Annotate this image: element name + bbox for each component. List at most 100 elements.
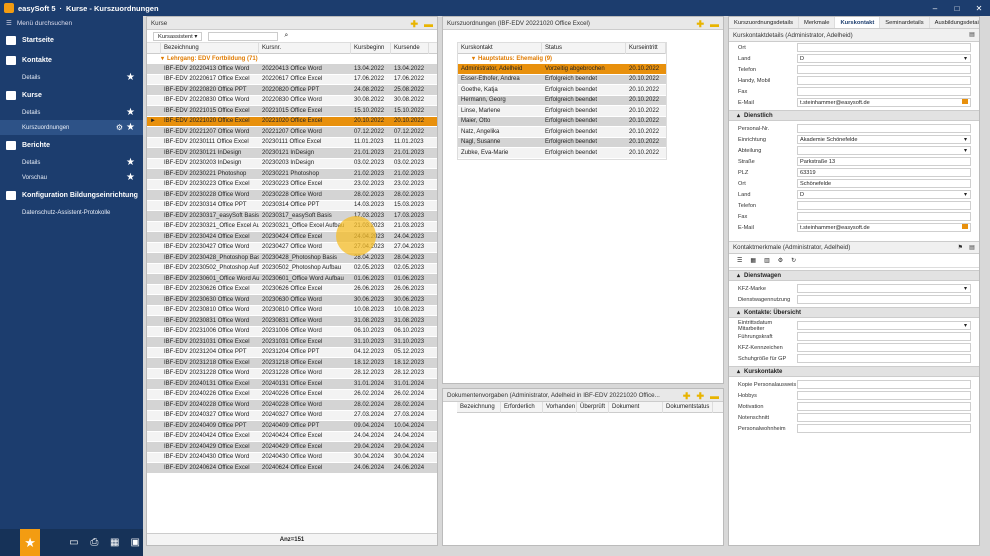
field-input[interactable] — [797, 201, 971, 210]
table-row[interactable]: IBF-EDV 20240624 Office Excel 20240624 Of… — [147, 463, 437, 474]
table-icon[interactable]: ▦ — [750, 257, 756, 264]
field-input[interactable] — [797, 391, 971, 400]
remove-icon[interactable]: ▬ — [710, 19, 719, 30]
table-row[interactable]: IBF-EDV 20230111 Office Excel 20230111 Of… — [147, 137, 437, 148]
table-row[interactable]: IBF-EDV 20230314 Office PPT 20230314 Offi… — [147, 200, 437, 211]
table-row[interactable]: ► IBF-EDV 20221020 Office Excel 20221020 O… — [147, 116, 437, 127]
column-header[interactable]: Kursende — [391, 42, 429, 54]
table-row[interactable]: IBF-EDV 20240429 Office Excel 20240429 Of… — [147, 442, 437, 453]
options-icon[interactable]: ▤ — [969, 244, 975, 251]
field-input[interactable]: Parkstraße 13 — [797, 157, 971, 166]
filter-icon[interactable]: ⚙ — [778, 257, 783, 264]
table-row[interactable]: Maier, Otto Erfolgreich beendet 20.10.2022 — [458, 116, 666, 127]
field-input[interactable]: D — [797, 54, 971, 63]
field-input[interactable] — [797, 212, 971, 221]
tab-1[interactable]: Merkmale — [799, 17, 836, 28]
table-row[interactable]: IBF-EDV 20240228 Office Word 20240228 Off… — [147, 400, 437, 411]
section-kurskontakte[interactable]: ▴ Kurskontakte — [729, 366, 979, 377]
sidebar-item[interactable]: Datenschutz-Assistent-Protokolle — [0, 205, 143, 220]
refresh-icon[interactable]: ↻ — [791, 257, 796, 264]
maximize-icon[interactable]: □ — [946, 4, 968, 13]
search-icon[interactable]: ⌕ — [284, 32, 288, 40]
add-icon[interactable]: ✚ — [696, 19, 704, 30]
table-row[interactable]: IBF-EDV 20240424 Office Excel 20240424 Of… — [147, 431, 437, 442]
table-row[interactable]: IBF-EDV 20220413 Office Word 20220413 Off… — [147, 64, 437, 75]
group-row[interactable]: ▾ Lehrgang: EDV Fortbildung (71) — [147, 54, 437, 64]
field-input[interactable] — [797, 284, 971, 293]
table-row[interactable]: IBF-EDV 20220820 Office PPT 20220820 Offi… — [147, 85, 437, 96]
table-row[interactable]: IBF-EDV 20230626 Office Excel 20230626 Of… — [147, 284, 437, 295]
field-input[interactable]: t.steinhammer@easysoft.de — [797, 98, 971, 107]
table-row[interactable]: IBF-EDV 20240409 Office PPT 20240409 Offi… — [147, 421, 437, 432]
table-row[interactable]: Esser-Ethofer, Andrea Erfolgreich beendet… — [458, 74, 666, 85]
field-input[interactable] — [797, 402, 971, 411]
star-icon[interactable]: ★ — [126, 172, 135, 183]
table-row[interactable]: IBF-EDV 20221207 Office Word 20221207 Off… — [147, 127, 437, 138]
table-row[interactable]: IBF-EDV 20230221 Photoshop 20230221 Photo… — [147, 169, 437, 180]
column-header[interactable]: Überprüft — [577, 401, 609, 413]
table-row[interactable]: IBF-EDV 20231006 Office Word 20231006 Off… — [147, 326, 437, 337]
favorites-star-icon[interactable]: ★ — [20, 529, 41, 556]
close-icon[interactable]: ✕ — [968, 4, 990, 13]
column-header[interactable]: Kursbeginn — [351, 42, 391, 54]
table-row[interactable]: IBF-EDV 20231228 Office Word 20231228 Off… — [147, 368, 437, 379]
table-row[interactable]: IBF-EDV 20230502_Photoshop Aufbau 2023050… — [147, 263, 437, 274]
table-row[interactable]: IBF-EDV 20231204 Office PPT 20231204 Offi… — [147, 347, 437, 358]
remove-icon[interactable]: ▬ — [710, 391, 719, 402]
gear-icon[interactable]: ⚙ — [116, 123, 123, 132]
field-input[interactable]: 63319 — [797, 168, 971, 177]
field-input[interactable] — [797, 146, 971, 155]
save-icon[interactable]: ▤ — [969, 31, 975, 38]
star-icon[interactable]: ★ — [126, 72, 135, 83]
profile-icon[interactable]: ▣ — [128, 533, 143, 553]
table-row[interactable]: IBF-EDV 20230601_Office Word Auf. 2023060… — [147, 274, 437, 285]
tab-0[interactable]: Kurszuordnungsdetails — [729, 17, 799, 28]
star-icon[interactable]: ★ — [126, 157, 135, 168]
field-input[interactable] — [797, 321, 971, 330]
table-row[interactable]: IBF-EDV 20230121 InDesign 20230121 InDesi… — [147, 148, 437, 159]
table-row[interactable]: IBF-EDV 20231031 Office Excel 20231031 Of… — [147, 337, 437, 348]
table-row[interactable]: IBF-EDV 20230317_easySoft Basis 20230317_… — [147, 211, 437, 222]
list-icon[interactable]: ☰ — [737, 257, 742, 264]
section-dienstlich[interactable]: ▴ Dienstlich — [729, 110, 979, 121]
field-input[interactable] — [797, 343, 971, 352]
column-header[interactable]: Bezeichnung — [161, 42, 259, 54]
table-row[interactable]: IBF-EDV 20230810 Office Word 20230810 Off… — [147, 305, 437, 316]
field-input[interactable] — [797, 380, 971, 389]
column-header[interactable]: Kursnr. — [259, 42, 351, 54]
add-alt-icon[interactable]: ✚ — [696, 391, 704, 402]
table-row[interactable]: Nagl, Susanne Erfolgreich beendet 20.10.20… — [458, 137, 666, 148]
menu-search[interactable]: ☰ Menü durchsuchen — [0, 16, 143, 30]
pin-icon[interactable]: ⚑ — [958, 244, 964, 251]
column-header[interactable]: Bezeichnung — [457, 401, 501, 413]
print-icon[interactable]: ⎙ — [87, 533, 102, 553]
table-row[interactable]: IBF-EDV 20240430 Office Word 20240430 Off… — [147, 452, 437, 463]
table-row[interactable]: IBF-EDV 20240226 Office Excel 20240226 Of… — [147, 389, 437, 400]
table-row[interactable]: Administrator, Adelheid Vorzeitig abgebro… — [458, 64, 666, 75]
field-input[interactable]: Akademie Schönefelde — [797, 135, 971, 144]
table-row[interactable]: Linse, Marlene Erfolgreich beendet 20.10.2… — [458, 106, 666, 117]
field-input[interactable] — [797, 124, 971, 133]
grid-icon[interactable]: ▥ — [764, 257, 770, 264]
field-input[interactable] — [797, 43, 971, 52]
field-input[interactable] — [797, 424, 971, 433]
calendar-icon[interactable]: ▦ — [107, 533, 122, 553]
section-uebersicht[interactable]: ▴ Kontakte: Übersicht — [729, 307, 979, 318]
add-icon[interactable]: ✚ — [410, 19, 418, 30]
remove-icon[interactable]: ▬ — [424, 19, 433, 30]
sidebar-section-3[interactable]: Berichte — [0, 135, 143, 155]
section-dienstwagen[interactable]: ▴ Dienstwagen — [729, 270, 979, 281]
column-header[interactable]: Dokumentstatus — [663, 401, 713, 413]
sidebar-item[interactable]: Vorschau ★ — [0, 170, 143, 185]
table-row[interactable]: IBF-EDV 20230630 Office Word 20230630 Off… — [147, 295, 437, 306]
table-row[interactable]: IBF-EDV 20230223 Office Excel 20230223 Of… — [147, 179, 437, 190]
column-header[interactable]: Dokument — [609, 401, 663, 413]
table-row[interactable]: IBF-EDV 20230427 Office Word 20230427 Off… — [147, 242, 437, 253]
table-row[interactable]: Natz, Angelika Erfolgreich beendet 20.10.2… — [458, 127, 666, 138]
mail-icon[interactable] — [962, 99, 968, 104]
add-icon[interactable]: ✚ — [683, 391, 691, 402]
field-input[interactable]: D — [797, 190, 971, 199]
field-input[interactable] — [797, 65, 971, 74]
field-input[interactable] — [797, 295, 971, 304]
hamburger-icon[interactable]: ☰ — [6, 19, 12, 27]
